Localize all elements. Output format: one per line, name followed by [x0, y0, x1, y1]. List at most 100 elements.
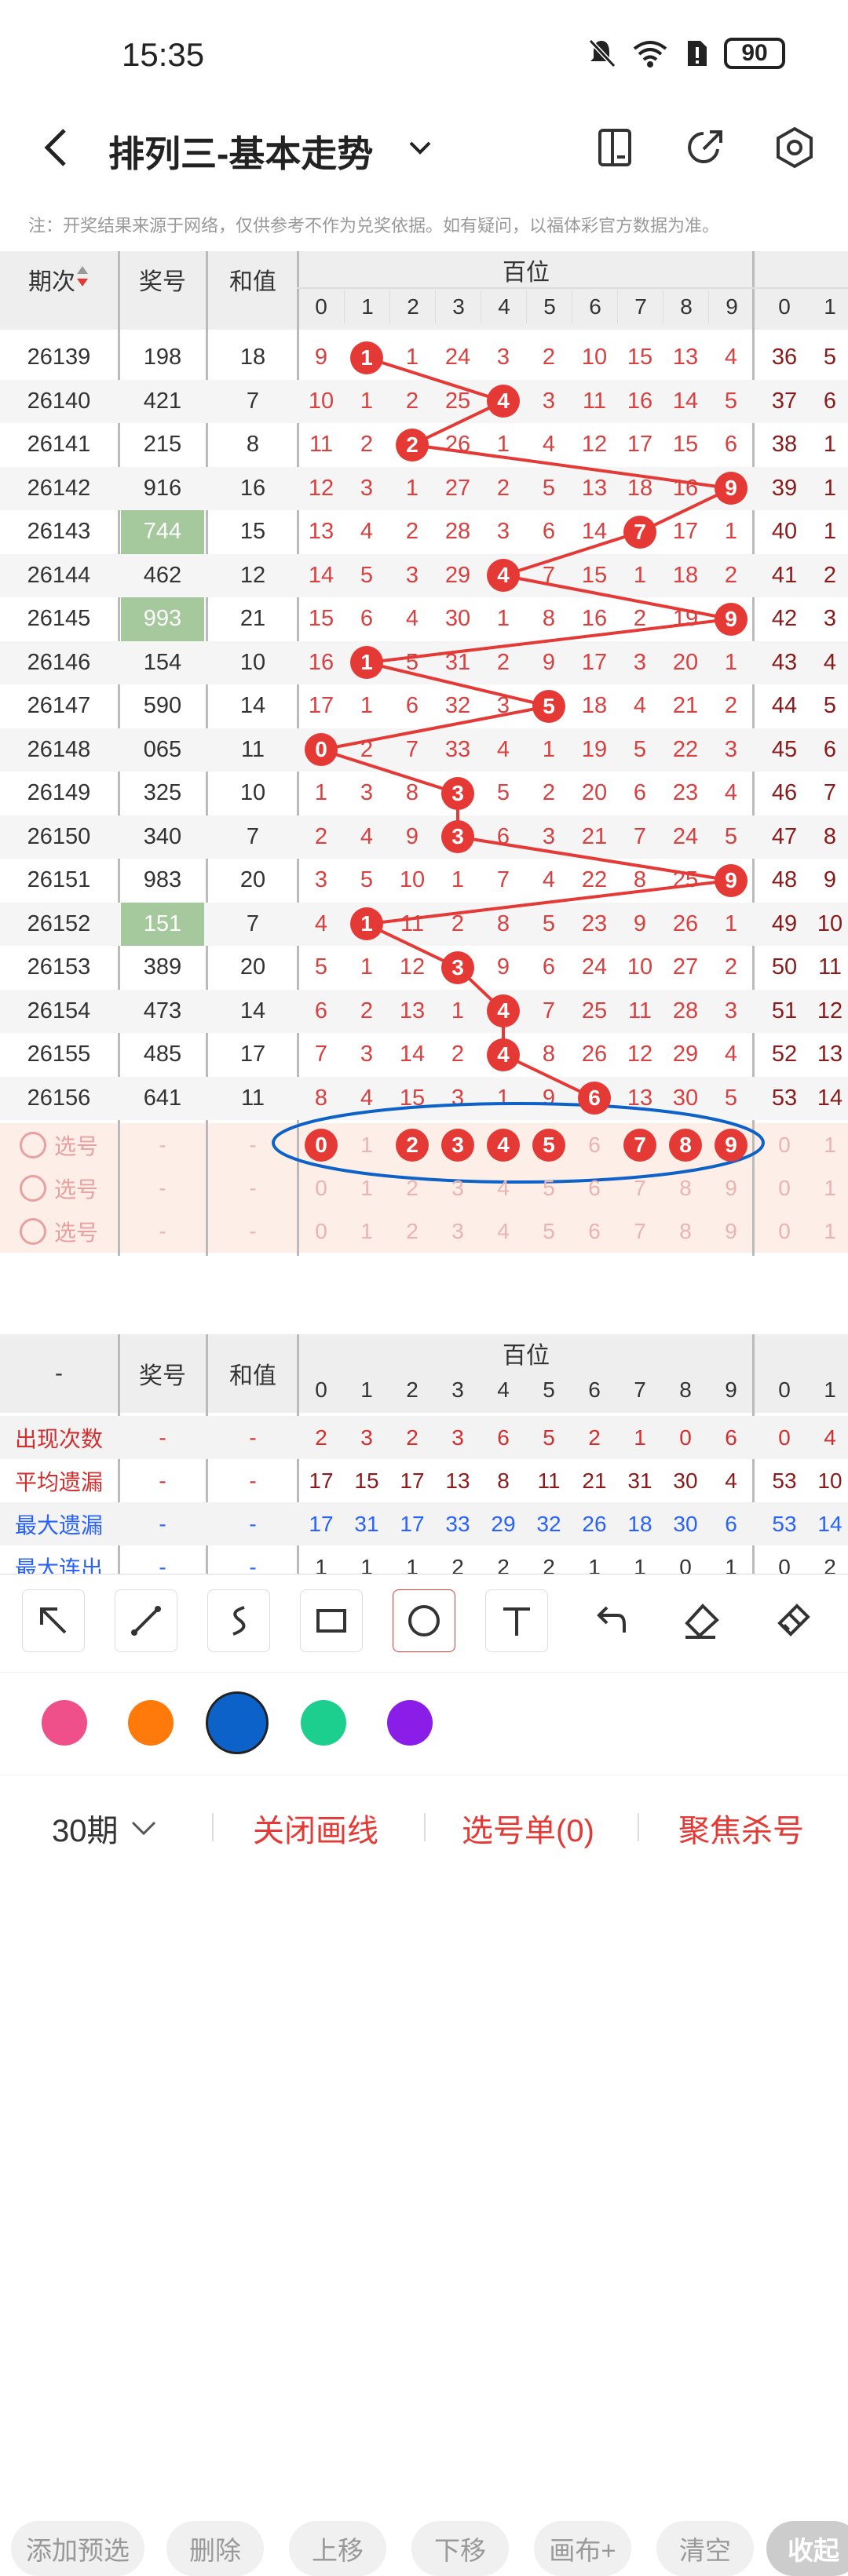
next-miss-cell: 7: [823, 780, 837, 806]
eraser-button[interactable]: [669, 1589, 732, 1652]
action-delete-button[interactable]: 删除: [166, 2521, 264, 2576]
pick-digit-5[interactable]: 5: [526, 1210, 572, 1253]
miss-cell: 2: [314, 823, 328, 849]
stats-row-label: 平均遗漏: [14, 1469, 103, 1494]
pick-digit-9[interactable]: 9: [708, 1210, 754, 1253]
next-miss-cell: 39: [771, 475, 798, 501]
pick-digit-1[interactable]: 1: [344, 1166, 389, 1210]
pick-digit-7[interactable]: 7: [617, 1210, 663, 1253]
line-tool[interactable]: [115, 1589, 177, 1652]
color-swatch[interactable]: [301, 1700, 346, 1746]
pick-row-toggle[interactable]: 选号: [0, 1123, 118, 1166]
pick-digit-2[interactable]: 2: [389, 1166, 435, 1210]
action-canvas-plus-button[interactable]: 画布+: [534, 2521, 631, 2576]
pick-next-digit[interactable]: 0: [762, 1166, 807, 1210]
curve-tool[interactable]: [207, 1589, 270, 1652]
number-cell: 389: [143, 954, 182, 980]
pick-digit-4[interactable]: 4: [481, 1166, 526, 1210]
circle-tool[interactable]: [393, 1589, 455, 1652]
text-tool[interactable]: [485, 1589, 548, 1652]
pick-digit-4[interactable]: 4: [481, 1210, 526, 1253]
action-collapse-button[interactable]: 收起: [766, 2521, 848, 2576]
miss-cell: 7: [633, 823, 647, 849]
action-move-up-button[interactable]: 上移: [289, 2521, 386, 2576]
miss-cell: 29: [672, 1042, 699, 1067]
hit-ball: 1: [344, 336, 389, 380]
pick-digit-5[interactable]: 5: [526, 1166, 572, 1210]
clear-brush-button[interactable]: [762, 1589, 824, 1652]
hit-ball-digit: 0: [305, 733, 338, 767]
pick-digit-3[interactable]: 3: [435, 1166, 481, 1210]
miss-cell: 1: [314, 780, 328, 806]
period-selector[interactable]: 30期: [52, 1805, 158, 1851]
pick-digit-6[interactable]: 6: [572, 1210, 617, 1253]
color-swatch[interactable]: [206, 1691, 269, 1754]
period-cell: 26151: [27, 867, 91, 893]
close-lines-button[interactable]: 关闭画线: [253, 1805, 378, 1851]
pick-next-digit[interactable]: 1: [807, 1166, 848, 1210]
pick-next-digit[interactable]: 0: [762, 1210, 807, 1253]
layout-button[interactable]: [595, 126, 634, 173]
color-swatch[interactable]: [42, 1700, 87, 1746]
undo-button[interactable]: [578, 1589, 641, 1652]
pick-digit-9[interactable]: 9: [708, 1166, 754, 1210]
back-arrow-icon: [44, 129, 66, 166]
focus-kill-button[interactable]: 聚焦杀号: [678, 1805, 804, 1851]
pick-row-toggle[interactable]: 选号: [0, 1166, 118, 1210]
pick-digit-6[interactable]: 6: [572, 1123, 617, 1166]
action-add-preselect-button[interactable]: 添加预选: [11, 2521, 144, 2576]
miss-cell: 21: [581, 823, 608, 849]
pick-digit-3[interactable]: 3: [435, 1123, 481, 1166]
settings-button[interactable]: [773, 126, 817, 173]
pick-digit-6[interactable]: 6: [572, 1166, 617, 1210]
pick-digit-9[interactable]: 9: [708, 1123, 754, 1166]
miss-cell: 1: [451, 998, 465, 1023]
hit-ball-digit: 4: [487, 385, 520, 418]
miss-cell: 4: [496, 736, 510, 762]
miss-cell: 7: [405, 736, 419, 762]
page-title[interactable]: 排列三-基本走势: [108, 126, 373, 177]
pick-digit-1[interactable]: 1: [344, 1210, 389, 1253]
pick-next-digit[interactable]: 1: [807, 1123, 848, 1166]
miss-cell: 12: [399, 954, 426, 980]
sum-cell: 15: [239, 519, 266, 545]
miss-cell: 12: [627, 1042, 653, 1067]
next-miss-cell: 8: [823, 823, 837, 849]
pick-digit-0[interactable]: 0: [298, 1166, 344, 1210]
pick-digit-8[interactable]: 8: [663, 1210, 708, 1253]
pick-digit-2[interactable]: 2: [389, 1210, 435, 1253]
pick-digit-7[interactable]: 7: [617, 1123, 663, 1166]
arrow-tool[interactable]: [22, 1589, 85, 1652]
pick-digit-5[interactable]: 5: [526, 1123, 572, 1166]
share-button[interactable]: [683, 126, 727, 173]
back-button[interactable]: [41, 126, 72, 173]
pick-digit-0[interactable]: 0: [298, 1210, 344, 1253]
hit-ball: 3: [435, 772, 481, 815]
title-dropdown[interactable]: [404, 132, 436, 167]
action-clear-button[interactable]: 清空: [656, 2521, 754, 2576]
stats-value-cell: 33: [445, 1511, 470, 1536]
action-move-down-button[interactable]: 下移: [411, 2521, 509, 2576]
pick-digit-4[interactable]: 4: [481, 1123, 526, 1166]
pick-digit-0[interactable]: 0: [298, 1123, 344, 1166]
pick-digit-8[interactable]: 8: [663, 1166, 708, 1210]
pick-digit-label: 6: [588, 1175, 601, 1200]
pick-digit-8[interactable]: 8: [663, 1123, 708, 1166]
color-swatch[interactable]: [128, 1700, 174, 1746]
pick-digit-7[interactable]: 7: [617, 1166, 663, 1210]
pick-next-digit[interactable]: 1: [807, 1210, 848, 1253]
pick-digit-label: 9: [725, 1175, 737, 1200]
pick-row-toggle[interactable]: 选号: [0, 1210, 118, 1253]
pick-digit-3[interactable]: 3: [435, 1210, 481, 1253]
group-header-hundreds: 百位: [503, 260, 550, 286]
stats-value-cell: 1: [634, 1554, 646, 1574]
rectangle-tool[interactable]: [300, 1589, 363, 1652]
miss-cell: 18: [581, 693, 608, 719]
pick-digit-1[interactable]: 1: [344, 1123, 389, 1166]
pick-list-button[interactable]: 选号单(0): [462, 1805, 594, 1851]
col-header-period[interactable]: 期次: [0, 259, 118, 300]
pick-digit-2[interactable]: 2: [389, 1123, 435, 1166]
hit-ball: 4: [481, 554, 526, 598]
pick-next-digit[interactable]: 0: [762, 1123, 807, 1166]
color-swatch[interactable]: [387, 1700, 433, 1746]
